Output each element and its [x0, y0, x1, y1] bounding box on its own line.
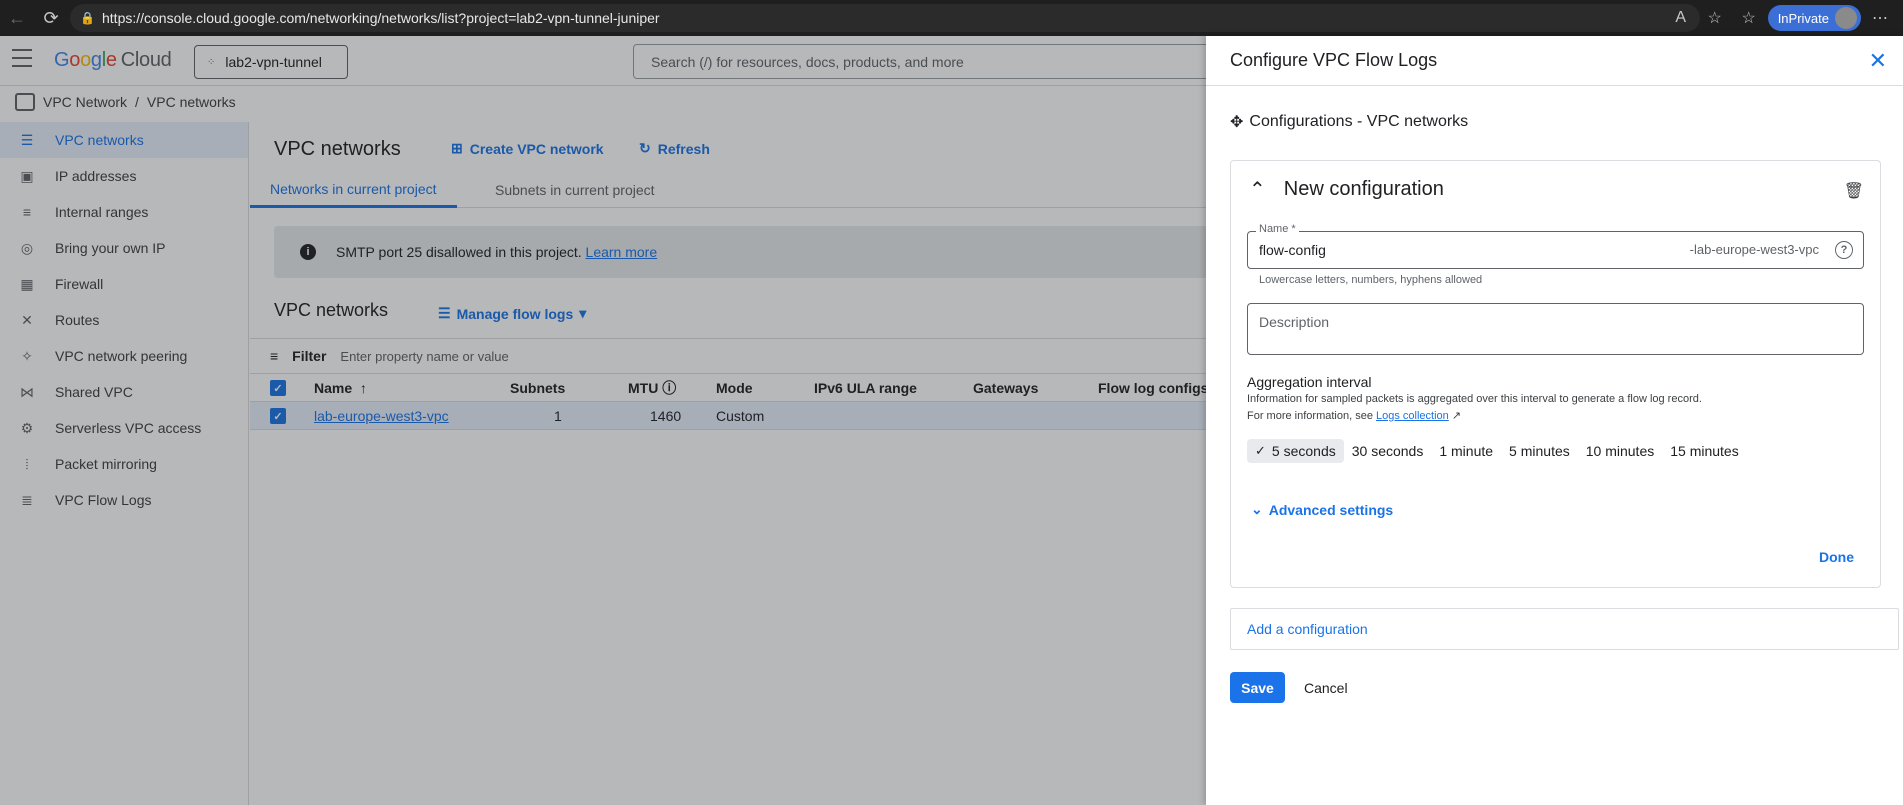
- panel-header: Configure VPC Flow Logs: [1206, 36, 1903, 86]
- name-field-label: Name *: [1256, 223, 1299, 235]
- aggregation-info: Information for sampled packets is aggre…: [1247, 393, 1702, 405]
- chip-15-minutes[interactable]: 15 minutes: [1662, 439, 1746, 463]
- interval-chips: ✓ 5 seconds 30 seconds 1 minute 5 minutes…: [1247, 439, 1747, 463]
- aggregation-more: For more information, see Logs collectio…: [1247, 409, 1461, 422]
- panel-title: Configure VPC Flow Logs: [1230, 50, 1438, 70]
- chip-label: 15 minutes: [1670, 443, 1739, 459]
- chevron-up-icon[interactable]: ⌃: [1249, 177, 1266, 202]
- chip-label: 30 seconds: [1351, 443, 1424, 459]
- description-placeholder: Description: [1259, 314, 1330, 330]
- favorites-list-icon[interactable]: ☆: [1734, 0, 1764, 36]
- address-bar[interactable]: 🔒 https://console.cloud.google.com/netwo…: [70, 4, 1700, 32]
- flow-logs-panel: Configure VPC Flow Logs ✕ ✥ Configuratio…: [1206, 36, 1903, 805]
- external-link-icon: ↗: [1451, 410, 1462, 422]
- profile-avatar: [1835, 7, 1857, 29]
- chip-30-seconds[interactable]: 30 seconds: [1344, 439, 1432, 463]
- url-text: https://console.cloud.google.com/network…: [102, 10, 660, 26]
- chip-10-minutes[interactable]: 10 minutes: [1578, 439, 1662, 463]
- chip-5-seconds[interactable]: ✓ 5 seconds: [1247, 439, 1344, 463]
- inprivate-badge[interactable]: InPrivate: [1767, 5, 1861, 31]
- name-value: flow-config: [1259, 242, 1326, 258]
- card-header[interactable]: ⌃ New configuration: [1249, 177, 1444, 202]
- name-suffix: -lab-europe-west3-vpc: [1689, 242, 1819, 257]
- chip-label: 5 minutes: [1509, 443, 1570, 459]
- close-icon[interactable]: ✕: [1869, 48, 1887, 74]
- logs-collection-link[interactable]: Logs collection: [1376, 410, 1449, 422]
- card-title: New configuration: [1283, 178, 1444, 200]
- help-icon[interactable]: ?: [1835, 241, 1853, 259]
- reload-icon[interactable]: ⟳: [34, 0, 68, 36]
- chip-label: 1 minute: [1439, 443, 1494, 459]
- favorite-star-icon[interactable]: ☆: [1700, 0, 1730, 36]
- back-icon[interactable]: ←: [0, 0, 34, 36]
- modal-scrim[interactable]: [0, 36, 1206, 805]
- inprivate-label: InPrivate: [1777, 10, 1829, 26]
- more-icon[interactable]: ⋯: [1865, 0, 1895, 36]
- chevron-down-icon: ⌄: [1251, 501, 1263, 517]
- trash-icon[interactable]: 🗑: [1844, 181, 1864, 201]
- aggregation-title: Aggregation interval: [1247, 374, 1372, 390]
- chip-label: 5 seconds: [1271, 443, 1336, 459]
- browser-actions: A ☆ ☆ InPrivate ⋯: [1666, 0, 1903, 36]
- aggregation-more-text: For more information, see: [1247, 410, 1373, 422]
- new-configuration-card: ⌃ New configuration 🗑 Name * flow-config…: [1230, 160, 1881, 588]
- chip-label: 10 minutes: [1585, 443, 1655, 459]
- advanced-settings-label: Advanced settings: [1268, 501, 1394, 518]
- configurations-title-text: Configurations - VPC networks: [1249, 113, 1469, 130]
- cancel-button[interactable]: Cancel: [1304, 672, 1348, 703]
- name-hint: Lowercase letters, numbers, hyphens allo…: [1259, 274, 1483, 286]
- move-icon: ✥: [1230, 114, 1244, 131]
- description-field[interactable]: Description: [1247, 303, 1864, 355]
- chip-1-minute[interactable]: 1 minute: [1431, 439, 1501, 463]
- check-icon: ✓: [1255, 443, 1266, 458]
- save-button[interactable]: Save: [1230, 672, 1285, 703]
- name-field[interactable]: Name * flow-config -lab-europe-west3-vpc…: [1247, 223, 1864, 269]
- add-configuration-label: Add a configuration: [1247, 621, 1368, 637]
- browser-toolbar: ← ⟳ 🔒 https://console.cloud.google.com/n…: [0, 0, 1903, 36]
- done-button[interactable]: Done: [1819, 549, 1854, 565]
- read-aloud-icon[interactable]: A: [1666, 0, 1696, 36]
- advanced-settings-toggle[interactable]: ⌄ Advanced settings: [1251, 501, 1393, 518]
- lock-icon: 🔒: [80, 11, 95, 25]
- chip-5-minutes[interactable]: 5 minutes: [1501, 439, 1578, 463]
- configurations-title: ✥ Configurations - VPC networks: [1230, 112, 1468, 132]
- add-configuration-button[interactable]: Add a configuration: [1230, 608, 1899, 650]
